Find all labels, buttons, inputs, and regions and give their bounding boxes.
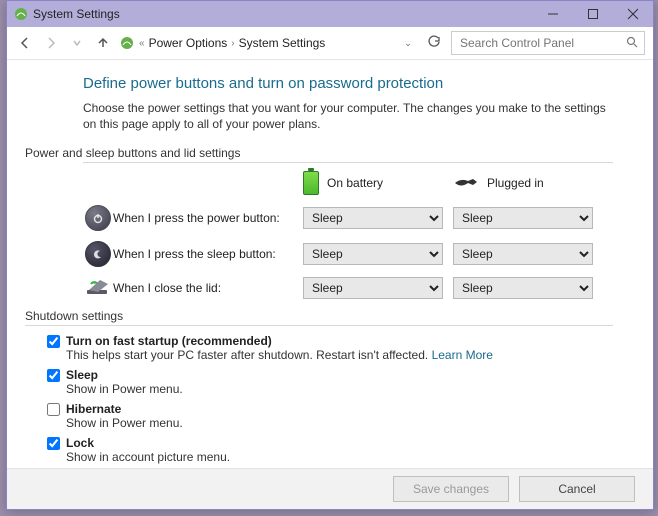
cancel-button[interactable]: Cancel xyxy=(519,476,635,502)
section-shutdown-label: Shutdown settings xyxy=(25,309,613,323)
address-dropdown[interactable]: ⌄ xyxy=(399,38,417,49)
shutdown-lock: Lock Show in account picture menu. xyxy=(47,436,613,464)
search-input[interactable] xyxy=(458,35,626,51)
battery-icon xyxy=(303,171,319,195)
search-box[interactable] xyxy=(451,31,645,55)
window: System Settings « Power Options › System… xyxy=(6,0,654,510)
divider xyxy=(83,162,613,163)
back-button[interactable] xyxy=(15,33,35,53)
checkbox-hibernate[interactable] xyxy=(47,403,60,416)
checkbox-lock[interactable] xyxy=(47,437,60,450)
shutdown-fast-startup: Turn on fast startup (recommended) This … xyxy=(47,334,613,362)
label-lock: Lock xyxy=(66,436,94,450)
checkbox-fast-startup[interactable] xyxy=(47,335,60,348)
row-close-lid: When I close the lid: Sleep Sleep xyxy=(83,277,613,299)
search-icon xyxy=(626,36,638,51)
label-sleep: Sleep xyxy=(66,368,98,382)
power-icon xyxy=(83,205,113,231)
section-power-sleep-label: Power and sleep buttons and lid settings xyxy=(25,146,613,160)
page-heading: Define power buttons and turn on passwor… xyxy=(83,75,613,92)
up-button[interactable] xyxy=(93,33,113,53)
footer: Save changes Cancel xyxy=(7,468,653,509)
minimize-button[interactable] xyxy=(533,1,573,27)
label-close-lid: When I close the lid: xyxy=(113,281,303,295)
plug-icon xyxy=(453,176,479,190)
refresh-button[interactable] xyxy=(423,35,445,52)
window-title: System Settings xyxy=(33,7,120,21)
col-plugged-in: Plugged in xyxy=(487,176,544,190)
divider xyxy=(25,325,613,326)
select-sleep-battery[interactable]: Sleep xyxy=(303,243,443,265)
desc-lock: Show in account picture menu. xyxy=(66,450,613,464)
select-sleep-plugged[interactable]: Sleep xyxy=(453,243,593,265)
label-fast-startup: Turn on fast startup (recommended) xyxy=(66,334,272,348)
shutdown-hibernate: Hibernate Show in Power menu. xyxy=(47,402,613,430)
navbar: « Power Options › System Settings ⌄ xyxy=(7,27,653,60)
shutdown-sleep: Sleep Show in Power menu. xyxy=(47,368,613,396)
desc-fast-startup: This helps start your PC faster after sh… xyxy=(66,348,432,362)
col-on-battery: On battery xyxy=(327,176,383,190)
desc-hibernate: Show in Power menu. xyxy=(66,416,613,430)
select-power-plugged[interactable]: Sleep xyxy=(453,207,593,229)
recent-dropdown[interactable] xyxy=(67,33,87,53)
row-power-button: When I press the power button: Sleep Sle… xyxy=(83,205,613,231)
page-description: Choose the power settings that you want … xyxy=(83,100,613,132)
label-hibernate: Hibernate xyxy=(66,402,121,416)
app-icon xyxy=(13,6,29,22)
checkbox-sleep[interactable] xyxy=(47,369,60,382)
row-sleep-button: When I press the sleep button: Sleep Sle… xyxy=(83,241,613,267)
desc-sleep: Show in Power menu. xyxy=(66,382,613,396)
select-lid-battery[interactable]: Sleep xyxy=(303,277,443,299)
label-power-button: When I press the power button: xyxy=(113,211,303,225)
lid-icon xyxy=(83,278,113,298)
select-lid-plugged[interactable]: Sleep xyxy=(453,277,593,299)
control-panel-icon xyxy=(119,35,135,51)
breadcrumb-system-settings[interactable]: System Settings xyxy=(239,36,326,50)
save-button[interactable]: Save changes xyxy=(393,476,509,502)
titlebar: System Settings xyxy=(7,1,653,27)
link-learn-more[interactable]: Learn More xyxy=(432,348,493,362)
label-sleep-button: When I press the sleep button: xyxy=(113,247,303,261)
sleep-icon xyxy=(83,241,113,267)
window-controls xyxy=(533,1,653,27)
column-headers: On battery Plugged in xyxy=(83,171,613,195)
section-shutdown: Shutdown settings Turn on fast startup (… xyxy=(25,309,613,464)
address-bar[interactable]: « Power Options › System Settings ⌄ xyxy=(119,35,417,51)
select-power-battery[interactable]: Sleep xyxy=(303,207,443,229)
content-area: Define power buttons and turn on passwor… xyxy=(7,59,653,469)
breadcrumb-power-options[interactable]: Power Options xyxy=(149,36,228,50)
close-button[interactable] xyxy=(613,1,653,27)
breadcrumb-sep: « xyxy=(139,38,145,49)
chevron-right-icon: › xyxy=(231,38,234,49)
forward-button[interactable] xyxy=(41,33,61,53)
maximize-button[interactable] xyxy=(573,1,613,27)
